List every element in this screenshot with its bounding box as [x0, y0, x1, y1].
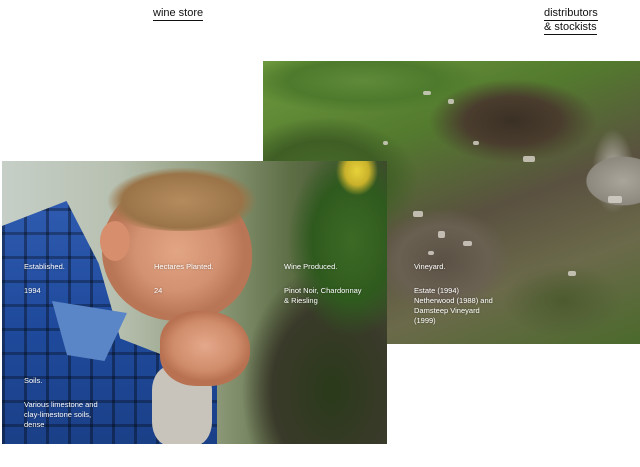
- fact-value: Various limestone and clay-limestone soi…: [24, 400, 98, 429]
- fact-established: Established. 1994: [24, 262, 65, 296]
- fact-value: Pinot Noir, Chardonnay & Riesling: [284, 286, 362, 305]
- fact-vineyard: Vineyard. Estate (1994) Netherwood (1988…: [414, 262, 493, 326]
- fact-label: Soils.: [24, 376, 43, 385]
- fact-hectares: Hectares Planted. 24: [154, 262, 214, 296]
- distributors-label-line1[interactable]: distributors: [544, 7, 598, 21]
- fact-label: Vineyard.: [414, 262, 446, 271]
- fact-value: Estate (1994) Netherwood (1988) and Dams…: [414, 286, 493, 325]
- fact-wine-produced: Wine Produced. Pinot Noir, Chardonnay & …: [284, 262, 362, 306]
- fact-label: Hectares Planted.: [154, 262, 214, 271]
- fact-label: Wine Produced.: [284, 262, 338, 271]
- fact-label: Established.: [24, 262, 65, 271]
- fact-soils: Soils. Various limestone and clay-limest…: [24, 376, 98, 430]
- distributors-stockists-link[interactable]: distributors & stockists: [544, 7, 598, 35]
- cupped-hands: [160, 311, 250, 386]
- fact-value: 24: [154, 286, 163, 295]
- distributors-label-line2[interactable]: & stockists: [544, 21, 597, 35]
- wine-store-link[interactable]: wine store: [153, 7, 204, 21]
- fact-value: 1994: [24, 286, 41, 295]
